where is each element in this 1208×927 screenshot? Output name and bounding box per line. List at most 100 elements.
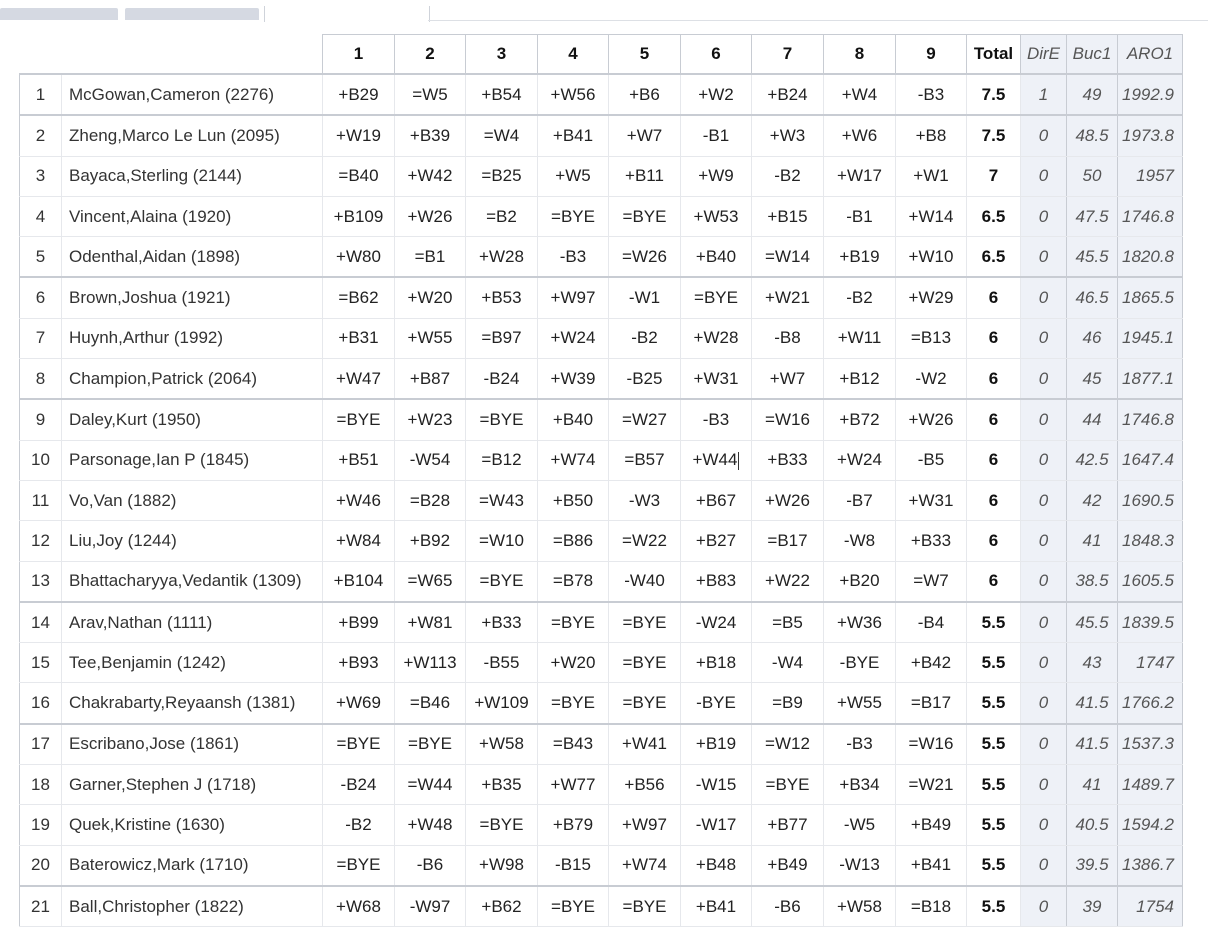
round-9-result-cell[interactable]: +W31: [895, 480, 967, 522]
total-cell[interactable]: 6: [966, 440, 1021, 481]
player-name-cell[interactable]: Chakrabarty,Reyaansh (1381): [61, 682, 323, 725]
round-6-result-cell[interactable]: +W53: [680, 196, 752, 238]
rank-cell[interactable]: 7: [19, 318, 62, 360]
round-2-result-cell[interactable]: -W54: [394, 440, 466, 481]
round-8-result-cell[interactable]: +B12: [823, 358, 896, 401]
round-2-result-cell[interactable]: +B87: [394, 358, 466, 401]
round-1-result-cell[interactable]: +B109: [322, 196, 395, 238]
round-1-result-cell[interactable]: +W80: [322, 236, 395, 279]
round-2-result-cell[interactable]: +W81: [394, 601, 466, 644]
table-row[interactable]: 19 Quek,Kristine (1630) -B2 +W48 =BYE +B79 +W9…: [19, 804, 1183, 846]
round-9-result-cell[interactable]: -B4: [895, 601, 967, 644]
rank-cell[interactable]: 8: [19, 358, 62, 401]
player-name-cell[interactable]: Ball,Christopher (1822): [61, 885, 323, 927]
round-7-result-cell[interactable]: =BYE: [751, 764, 824, 806]
dire-cell[interactable]: 0: [1020, 196, 1067, 238]
round-8-result-cell[interactable]: -B2: [823, 277, 896, 319]
header-round-9[interactable]: 9: [895, 34, 967, 75]
player-name-cell[interactable]: Bhattacharyya,Vedantik (1309): [61, 561, 323, 603]
table-row[interactable]: 3 Bayaca,Sterling (2144) =B40 +W42 =B25 +W5 +B…: [19, 156, 1183, 197]
total-cell[interactable]: 6: [966, 358, 1021, 401]
tab-2[interactable]: [125, 8, 259, 20]
total-cell[interactable]: 6.5: [966, 236, 1021, 279]
round-9-result-cell[interactable]: =B18: [895, 885, 967, 927]
round-6-result-cell[interactable]: +B83: [680, 561, 752, 603]
round-8-result-cell[interactable]: +B72: [823, 399, 896, 441]
round-4-result-cell[interactable]: =BYE: [537, 196, 609, 238]
round-7-result-cell[interactable]: -B6: [751, 885, 824, 927]
round-4-result-cell[interactable]: =BYE: [537, 682, 609, 725]
round-7-result-cell[interactable]: +B15: [751, 196, 824, 238]
table-row[interactable]: 5 Odenthal,Aidan (1898) +W80 =B1 +W28 -B3 =W26…: [19, 236, 1183, 279]
round-1-result-cell[interactable]: =B62: [322, 277, 395, 319]
player-name-cell[interactable]: Brown,Joshua (1921): [61, 277, 323, 319]
round-2-result-cell[interactable]: +W20: [394, 277, 466, 319]
total-cell[interactable]: 5.5: [966, 642, 1021, 684]
buc1-cell[interactable]: 41: [1066, 764, 1118, 806]
round-4-result-cell[interactable]: =B43: [537, 723, 609, 766]
aro1-cell[interactable]: 1594.2: [1117, 804, 1183, 846]
buc1-cell[interactable]: 40.5: [1066, 804, 1118, 846]
round-9-result-cell[interactable]: =B17: [895, 682, 967, 725]
round-3-result-cell[interactable]: +B54: [465, 74, 538, 117]
round-5-result-cell[interactable]: =BYE: [608, 601, 681, 644]
round-5-result-cell[interactable]: -B2: [608, 318, 681, 360]
round-4-result-cell[interactable]: +B79: [537, 804, 609, 846]
round-5-result-cell[interactable]: =BYE: [608, 885, 681, 927]
round-6-result-cell[interactable]: +B67: [680, 480, 752, 522]
dire-cell[interactable]: 0: [1020, 723, 1067, 766]
total-cell[interactable]: 7: [966, 156, 1021, 197]
round-4-result-cell[interactable]: +W20: [537, 642, 609, 684]
round-9-result-cell[interactable]: +B49: [895, 804, 967, 846]
round-6-result-cell[interactable]: +B40: [680, 236, 752, 279]
total-cell[interactable]: 6: [966, 318, 1021, 360]
player-name-cell[interactable]: Escribano,Jose (1861): [61, 723, 323, 766]
round-9-result-cell[interactable]: =B13: [895, 318, 967, 360]
player-name-cell[interactable]: McGowan,Cameron (2276): [61, 74, 323, 117]
table-row[interactable]: 15 Tee,Benjamin (1242) +B93 +W113 -B55 +W20 =B…: [19, 642, 1183, 684]
player-name-cell[interactable]: Garner,Stephen J (1718): [61, 764, 323, 806]
rank-cell[interactable]: 5: [19, 236, 62, 279]
round-1-result-cell[interactable]: +W47: [322, 358, 395, 401]
total-cell[interactable]: 5.5: [966, 682, 1021, 725]
table-row[interactable]: 20 Baterowicz,Mark (1710) =BYE -B6 +W98 -B15 +…: [19, 845, 1183, 887]
aro1-cell[interactable]: 1386.7: [1117, 845, 1183, 887]
round-3-result-cell[interactable]: +W58: [465, 723, 538, 766]
total-cell[interactable]: 6: [966, 561, 1021, 603]
table-row[interactable]: 21 Ball,Christopher (1822) +W68 -W97 +B62 =BY…: [19, 885, 1183, 927]
round-8-result-cell[interactable]: +W36: [823, 601, 896, 644]
rank-cell[interactable]: 14: [19, 601, 62, 644]
dire-cell[interactable]: 0: [1020, 156, 1067, 197]
total-cell[interactable]: 5.5: [966, 885, 1021, 927]
round-8-result-cell[interactable]: +B19: [823, 236, 896, 279]
round-6-result-cell[interactable]: +W28: [680, 318, 752, 360]
round-9-result-cell[interactable]: +W10: [895, 236, 967, 279]
round-4-result-cell[interactable]: -B15: [537, 845, 609, 887]
player-name-cell[interactable]: Baterowicz,Mark (1710): [61, 845, 323, 887]
round-6-result-cell[interactable]: -W17: [680, 804, 752, 846]
round-6-result-cell[interactable]: +W2: [680, 74, 752, 117]
total-cell[interactable]: 7.5: [966, 74, 1021, 117]
round-6-result-cell[interactable]: -B3: [680, 399, 752, 441]
round-3-result-cell[interactable]: -B55: [465, 642, 538, 684]
round-1-result-cell[interactable]: +B29: [322, 74, 395, 117]
round-7-result-cell[interactable]: +B24: [751, 74, 824, 117]
round-7-result-cell[interactable]: +W22: [751, 561, 824, 603]
header-round-7[interactable]: 7: [751, 34, 824, 75]
table-row[interactable]: 12 Liu,Joy (1244) +W84 +B92 =W10 =B86 =W22 +B27…: [19, 520, 1183, 562]
round-5-result-cell[interactable]: =W26: [608, 236, 681, 279]
table-row[interactable]: 17 Escribano,Jose (1861) =BYE =BYE +W58 =B43 +…: [19, 723, 1183, 766]
table-row[interactable]: 7 Huynh,Arthur (1992) +B31 +W55 =B97 +W24 -B2 +…: [19, 318, 1183, 360]
round-1-result-cell[interactable]: +W46: [322, 480, 395, 522]
buc1-cell[interactable]: 41.5: [1066, 723, 1118, 766]
table-row[interactable]: 1 McGowan,Cameron (2276) +B29 =W5 +B54 +W56 +B…: [19, 74, 1183, 117]
round-7-result-cell[interactable]: +W7: [751, 358, 824, 401]
rank-cell[interactable]: 19: [19, 804, 62, 846]
aro1-cell[interactable]: 1865.5: [1117, 277, 1183, 319]
round-3-result-cell[interactable]: +W109: [465, 682, 538, 725]
round-3-result-cell[interactable]: +W98: [465, 845, 538, 887]
aro1-cell[interactable]: 1877.1: [1117, 358, 1183, 401]
tab-1[interactable]: [0, 8, 118, 20]
table-row[interactable]: 2 Zheng,Marco Le Lun (2095) +W19 +B39 =W4 +B4…: [19, 115, 1183, 157]
round-7-result-cell[interactable]: -W4: [751, 642, 824, 684]
